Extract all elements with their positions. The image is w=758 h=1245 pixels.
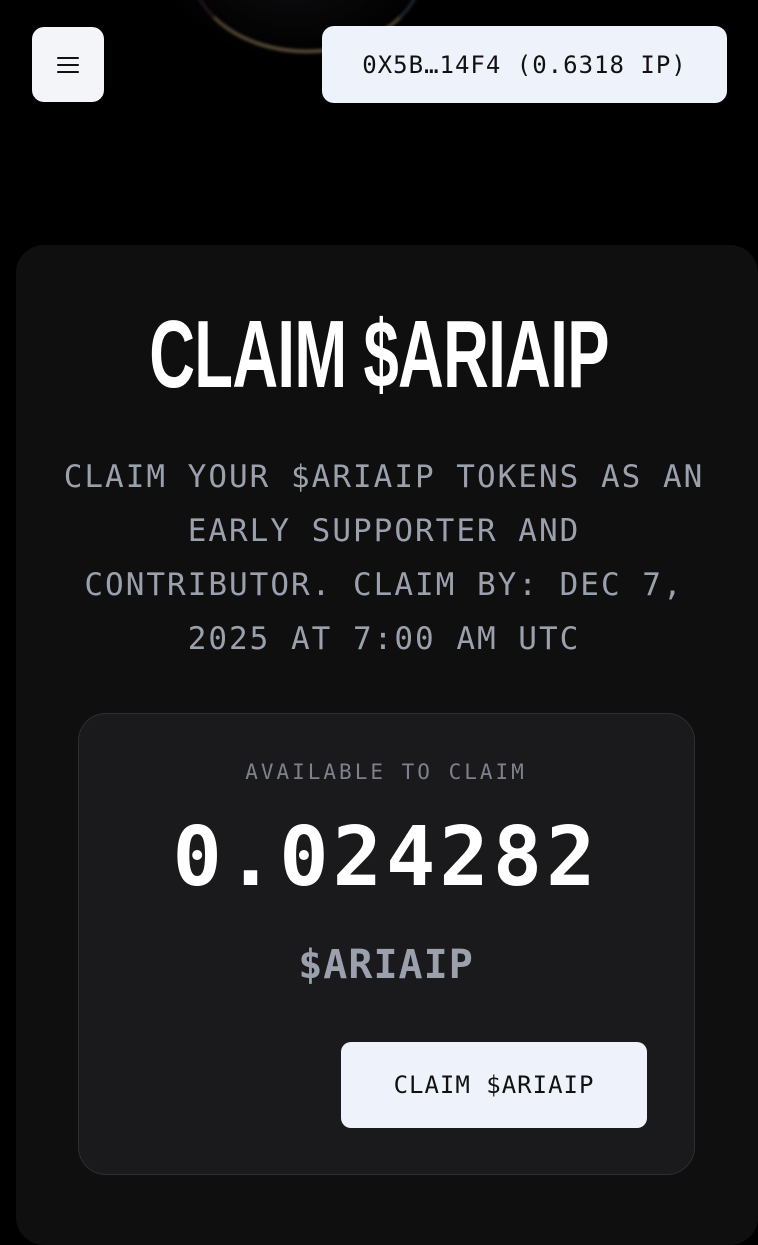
token-symbol: $ARIAIP — [298, 942, 474, 988]
available-label: AVAILABLE TO CLAIM — [245, 760, 527, 784]
wallet-label: 0X5B…14F4 (0.6318 IP) — [362, 50, 687, 79]
claim-button[interactable]: CLAIM $ARIAIP — [341, 1042, 647, 1128]
menu-button[interactable] — [32, 27, 104, 102]
wallet-button[interactable]: 0X5B…14F4 (0.6318 IP) — [322, 26, 727, 103]
claim-button-label: CLAIM $ARIAIP — [393, 1071, 595, 1099]
claimable-amount: 0.024282 — [172, 810, 600, 905]
hamburger-icon — [57, 56, 79, 73]
page-title: CLAIM $ARIAIP — [149, 301, 609, 408]
claim-description: CLAIM YOUR $ARIAIP TOKENS AS AN EARLY SU… — [63, 459, 705, 657]
